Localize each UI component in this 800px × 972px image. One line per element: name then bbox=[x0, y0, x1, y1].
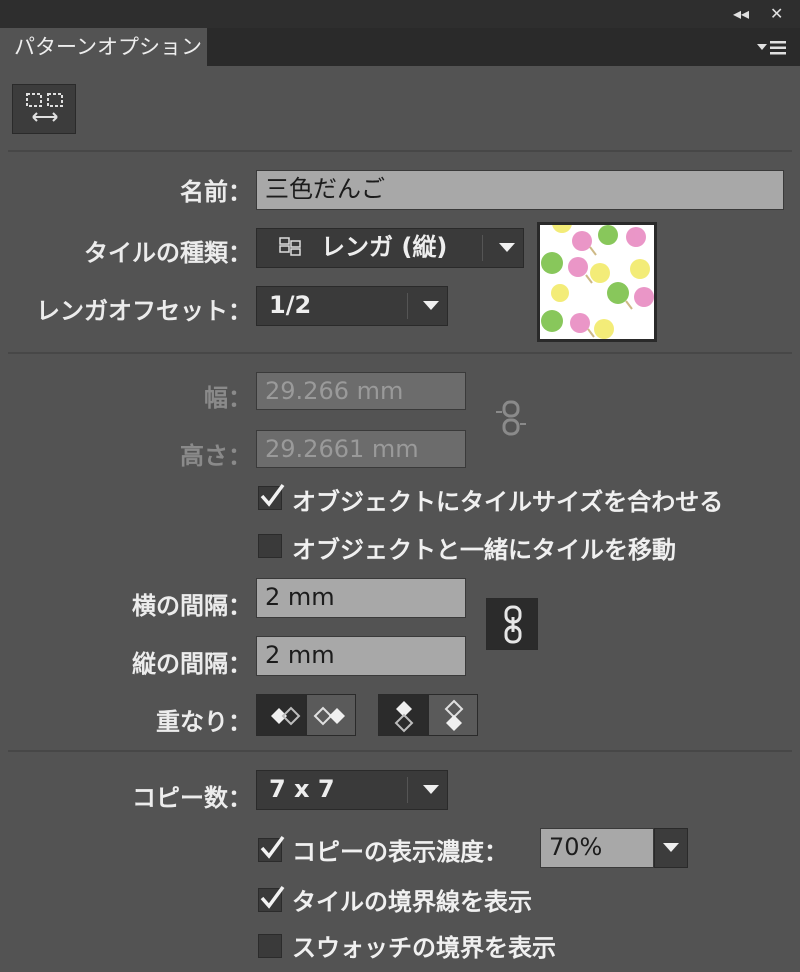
panel-topbar bbox=[0, 0, 800, 28]
close-icon[interactable]: ✕ bbox=[770, 4, 783, 23]
copies-label: コピー数： bbox=[132, 784, 252, 812]
left-in-front-icon bbox=[271, 706, 301, 726]
chevron-down-icon bbox=[423, 301, 439, 310]
right-in-front-button[interactable] bbox=[306, 694, 356, 736]
move-tile-with-art-checkbox[interactable] bbox=[258, 534, 282, 558]
width-label: 幅： bbox=[204, 384, 252, 412]
move-tile-with-art-label: オブジェクトと一緒にタイルを移動 bbox=[292, 536, 676, 564]
h-spacing-label: 横の間隔： bbox=[132, 592, 252, 620]
divider bbox=[8, 750, 792, 752]
divider bbox=[8, 352, 792, 354]
chevron-down-icon bbox=[423, 785, 439, 794]
height-field[interactable]: 29.2661 mm bbox=[256, 430, 466, 468]
top-in-front-button[interactable] bbox=[378, 694, 428, 736]
size-tile-to-art-checkbox[interactable] bbox=[258, 483, 285, 510]
chevron-down-icon bbox=[499, 243, 515, 252]
h-spacing-field[interactable]: 2 mm bbox=[256, 578, 466, 618]
dim-copies-field[interactable]: 70% bbox=[540, 828, 654, 868]
dim-copies-label: コピーの表示濃度： bbox=[292, 838, 508, 866]
pattern-swatch-preview bbox=[537, 222, 657, 342]
size-tile-to-art-label: オブジェクトにタイルサイズを合わせる bbox=[292, 488, 724, 516]
checkmark-icon bbox=[260, 835, 285, 859]
pattern-tile-tool-icon bbox=[26, 93, 63, 122]
copies-value: 7 x 7 bbox=[269, 775, 335, 803]
show-swatch-bounds-label: スウォッチの境界を表示 bbox=[292, 934, 556, 962]
name-label: 名前： bbox=[180, 178, 252, 206]
tile-type-dropdown[interactable]: レンガ (縦) bbox=[256, 228, 524, 268]
panel-menu-icon[interactable] bbox=[757, 40, 787, 56]
tile-type-label: タイルの種類： bbox=[84, 239, 252, 267]
name-field[interactable]: 三色だんご bbox=[256, 170, 784, 210]
copies-dropdown[interactable]: 7 x 7 bbox=[256, 770, 448, 810]
dim-copies-checkbox[interactable] bbox=[258, 835, 285, 862]
overlap-label: 重なり： bbox=[156, 708, 252, 736]
checkmark-icon bbox=[260, 483, 285, 507]
collapse-icon[interactable]: ◂◂ bbox=[733, 4, 749, 23]
brick-offset-value: 1/2 bbox=[269, 291, 312, 319]
divider bbox=[8, 150, 792, 152]
link-spacing-button[interactable] bbox=[486, 598, 538, 650]
dango-pattern-image bbox=[541, 225, 654, 339]
height-label: 高さ： bbox=[180, 442, 252, 470]
checkmark-icon bbox=[260, 885, 285, 909]
left-in-front-button[interactable] bbox=[256, 694, 306, 736]
pattern-tile-tool-button[interactable] bbox=[12, 84, 76, 134]
show-swatch-bounds-checkbox[interactable] bbox=[258, 934, 282, 958]
show-tile-edge-label: タイルの境界線を表示 bbox=[292, 888, 532, 916]
link-icon bbox=[504, 605, 522, 644]
v-spacing-field[interactable]: 2 mm bbox=[256, 636, 466, 676]
tab-pattern-options[interactable]: パターンオプション bbox=[0, 28, 207, 66]
dim-copies-dropdown-button[interactable] bbox=[654, 828, 688, 868]
link-proportions-icon[interactable] bbox=[494, 398, 530, 438]
brick-offset-dropdown[interactable]: 1/2 bbox=[256, 286, 448, 326]
v-spacing-label: 縦の間隔： bbox=[132, 650, 252, 678]
bottom-in-front-button[interactable] bbox=[428, 694, 478, 736]
brick-by-column-icon bbox=[279, 237, 301, 256]
brick-offset-label: レンガオフセット： bbox=[36, 297, 252, 325]
top-in-front-icon bbox=[394, 701, 414, 733]
tile-type-value: レンガ (縦) bbox=[321, 233, 448, 261]
width-field[interactable]: 29.266 mm bbox=[256, 372, 466, 410]
right-in-front-icon bbox=[313, 706, 345, 726]
bottom-in-front-icon bbox=[444, 699, 464, 731]
chevron-down-icon bbox=[663, 843, 679, 852]
show-tile-edge-checkbox[interactable] bbox=[258, 885, 285, 912]
